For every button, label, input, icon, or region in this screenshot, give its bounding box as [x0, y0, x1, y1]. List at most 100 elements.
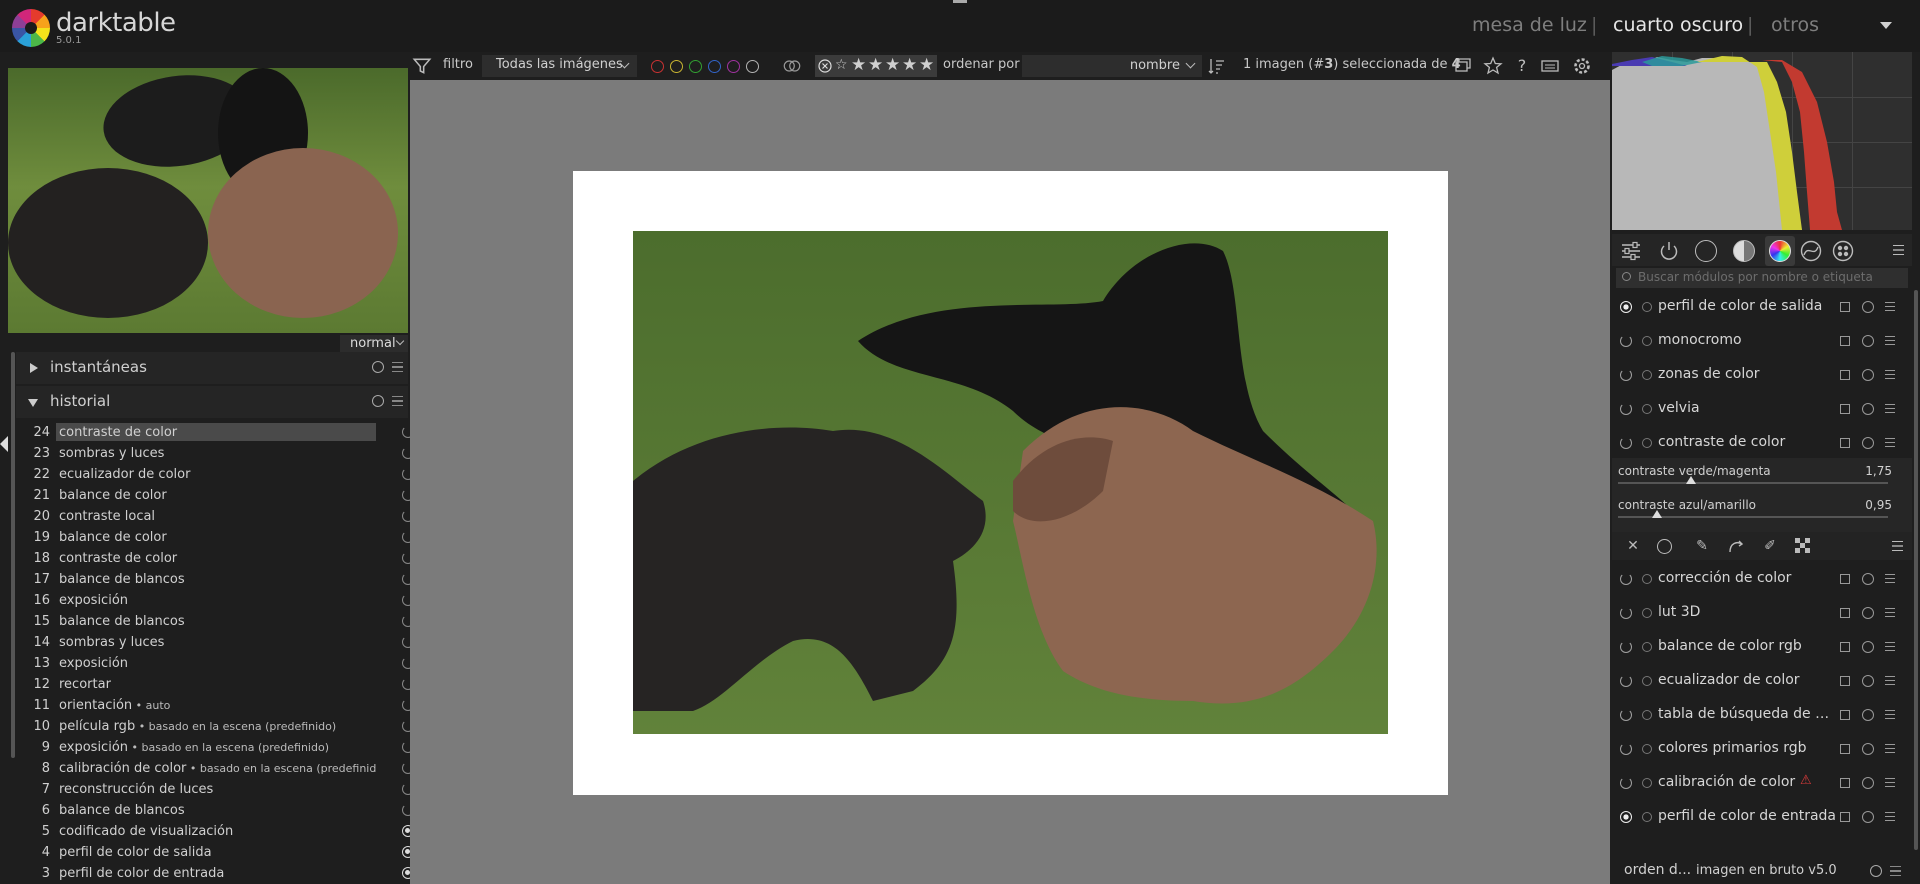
multi-instance-icon[interactable] — [1840, 336, 1850, 346]
navigation-thumbnail[interactable] — [8, 68, 408, 333]
module-header[interactable]: corrección de color — [1612, 562, 1912, 596]
history-item[interactable]: 6 balance de blancos — [22, 801, 414, 822]
history-item[interactable]: 16 exposición — [22, 591, 414, 612]
multi-instance-icon[interactable] — [1840, 370, 1850, 380]
presets-menu-icon[interactable] — [1885, 676, 1895, 685]
correct-group-icon[interactable] — [1800, 240, 1822, 262]
reset-icon[interactable] — [1862, 335, 1874, 347]
history-item[interactable]: 23 sombras y luces — [22, 444, 414, 465]
module-groups-menu-icon[interactable] — [1893, 245, 1904, 255]
multi-instance-icon[interactable] — [1840, 778, 1850, 788]
presets-menu-icon[interactable] — [1885, 710, 1895, 719]
module-search-input[interactable]: Buscar módulos por nombre o etiqueta — [1616, 268, 1908, 288]
color-label-filter[interactable] — [746, 60, 759, 73]
reject-icon[interactable] — [818, 59, 832, 73]
module-header[interactable]: velvia — [1612, 392, 1912, 426]
multi-instance-icon[interactable] — [1840, 710, 1850, 720]
module-power-icon[interactable] — [1620, 403, 1632, 415]
module-power-icon[interactable] — [1620, 811, 1632, 823]
color-label-filter[interactable] — [708, 60, 721, 73]
base-group-icon[interactable] — [1695, 240, 1717, 262]
module-power-icon[interactable] — [1620, 641, 1632, 653]
module-power-icon[interactable] — [1620, 777, 1632, 789]
module-power-icon[interactable] — [1620, 335, 1632, 347]
history-header[interactable]: historial — [16, 386, 408, 418]
reset-icon[interactable] — [1862, 369, 1874, 381]
histogram[interactable] — [1612, 52, 1912, 230]
module-header[interactable]: lut 3D — [1612, 596, 1912, 630]
star-icon[interactable]: ★ — [885, 55, 900, 75]
color-label-filter[interactable] — [651, 60, 664, 73]
view-darkroom[interactable]: cuarto oscuro — [1613, 14, 1743, 36]
multi-instance-icon[interactable] — [1840, 302, 1850, 312]
star-outline-icon[interactable]: ☆ — [835, 57, 848, 73]
history-item[interactable]: 24 contraste de color — [22, 423, 414, 444]
reset-icon[interactable] — [1862, 301, 1874, 313]
view-other[interactable]: otros — [1771, 14, 1819, 36]
main-image[interactable] — [633, 231, 1388, 734]
color-label-filter[interactable] — [670, 60, 683, 73]
mask-menu-icon[interactable] — [1892, 541, 1903, 551]
module-power-icon[interactable] — [1620, 369, 1632, 381]
module-header[interactable]: calibración de color ⚠ — [1612, 766, 1912, 800]
history-item[interactable]: 19 balance de color — [22, 528, 414, 549]
history-item[interactable]: 18 contraste de color — [22, 549, 414, 570]
effect-group-icon[interactable] — [1832, 240, 1854, 262]
module-header[interactable]: tabla de búsqueda de color — [1612, 698, 1912, 732]
history-item[interactable]: 15 balance de blancos — [22, 612, 414, 633]
multi-instance-icon[interactable] — [1840, 812, 1850, 822]
color-label-filter[interactable] — [689, 60, 702, 73]
history-item[interactable]: 17 balance de blancos — [22, 570, 414, 591]
snapshots-header[interactable]: instantáneas — [16, 352, 408, 384]
collapse-left-arrow-icon[interactable] — [0, 436, 8, 452]
slider-blue-yellow-thumb[interactable] — [1652, 510, 1663, 518]
history-item[interactable]: 22 ecualizador de color — [22, 465, 414, 486]
module-power-icon[interactable] — [1620, 709, 1632, 721]
presets-menu-icon[interactable] — [392, 362, 403, 372]
history-item[interactable]: 10 película rgb • basado en la escena (pr… — [22, 717, 414, 738]
star-outline-icon[interactable] — [1483, 56, 1503, 76]
rating-filter[interactable]: ☆ ★ ★ ★ ★ ★ — [815, 55, 937, 77]
module-header[interactable]: zonas de color — [1612, 358, 1912, 392]
module-power-icon[interactable] — [1620, 573, 1632, 585]
multi-instance-icon[interactable] — [1840, 642, 1850, 652]
close-icon[interactable]: ✕ — [1625, 538, 1641, 554]
power-icon[interactable] — [1658, 240, 1680, 262]
star-icon[interactable]: ★ — [851, 55, 866, 75]
keyboard-icon[interactable] — [1540, 56, 1560, 76]
history-item[interactable]: 9 exposición • basado en la escena (prede… — [22, 738, 414, 759]
reset-icon[interactable] — [1862, 437, 1874, 449]
multi-instance-icon[interactable] — [1840, 744, 1850, 754]
module-header[interactable]: contraste de color — [1612, 426, 1912, 460]
presets-menu-icon[interactable] — [1885, 336, 1895, 345]
module-header[interactable]: colores primarios rgb — [1612, 732, 1912, 766]
presets-menu-icon[interactable] — [1885, 744, 1895, 753]
reset-icon[interactable] — [1862, 675, 1874, 687]
filter-icon[interactable] — [412, 56, 432, 76]
filter-select[interactable]: Todas las imágenes — [482, 55, 637, 77]
presets-menu-icon[interactable] — [1885, 438, 1895, 447]
drawn-mask-icon[interactable]: ✎ — [1694, 538, 1710, 554]
star-icon[interactable]: ★ — [919, 55, 934, 75]
module-header[interactable]: perfil de color de salida — [1612, 290, 1912, 324]
color-group-icon[interactable] — [1769, 240, 1791, 262]
module-order-value[interactable]: imagen en bruto v5.0 — [1696, 863, 1837, 878]
view-lighttable[interactable]: mesa de luz — [1472, 14, 1587, 36]
presets-menu-icon[interactable] — [1885, 302, 1895, 311]
parametric-mask-icon[interactable] — [1727, 538, 1745, 556]
reset-icon[interactable] — [1862, 743, 1874, 755]
raster-mask-icon[interactable] — [1795, 538, 1811, 554]
module-header[interactable]: ecualizador de color — [1612, 664, 1912, 698]
top-panel-handle[interactable] — [953, 0, 967, 3]
sort-select[interactable]: nombre — [1022, 55, 1202, 77]
reset-icon[interactable] — [1862, 641, 1874, 653]
color-label-operator-icon[interactable] — [782, 56, 802, 76]
blend-mode-select[interactable]: normal — [340, 335, 408, 352]
sort-order-icon[interactable] — [1207, 56, 1227, 76]
multi-instance-icon[interactable] — [1840, 574, 1850, 584]
module-header[interactable]: balance de color rgb — [1612, 630, 1912, 664]
presets-menu-icon[interactable] — [1885, 812, 1895, 821]
reset-icon[interactable] — [1870, 865, 1882, 877]
module-power-icon[interactable] — [1620, 301, 1632, 313]
module-power-icon[interactable] — [1620, 437, 1632, 449]
